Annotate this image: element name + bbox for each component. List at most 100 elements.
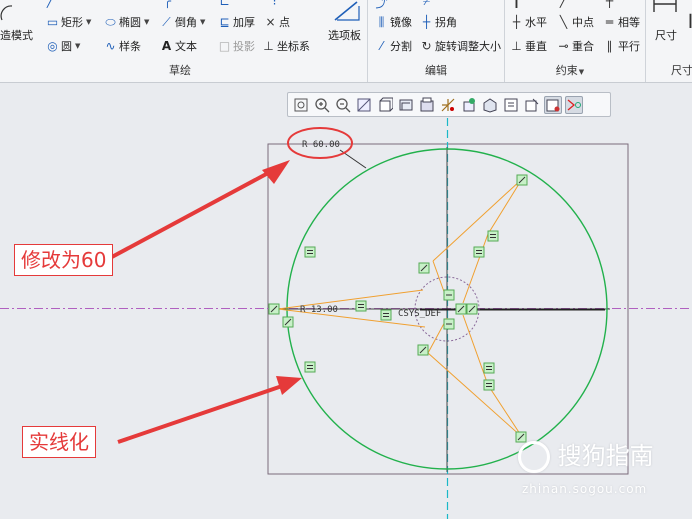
coincident-icon: ⊸	[558, 39, 569, 53]
dimension-button[interactable]: 尺寸	[655, 27, 677, 43]
chevron-down-icon: ▼	[75, 42, 81, 50]
text-label: 文本	[175, 40, 197, 53]
fillet-tool[interactable]: ╭	[161, 0, 174, 8]
watermark-brand: 搜狗指南	[518, 436, 654, 473]
point-label: 点	[279, 16, 290, 29]
chamfer-icon: ⟋	[162, 14, 171, 29]
arc-tool[interactable]: ⌒	[105, 0, 118, 11]
thicken-button[interactable]: ⊑ 加厚	[218, 14, 255, 30]
corner-button[interactable]: ┼ 拐角	[420, 14, 457, 30]
saved-views-button[interactable]	[397, 96, 415, 114]
mirror-button[interactable]: ⫼ 镜像	[375, 14, 412, 30]
constraint-display-button[interactable]	[565, 96, 583, 114]
rotate-resize-button[interactable]: ↻ 旋转调整大小	[420, 38, 501, 54]
delete-segment-tool[interactable]: ⌿	[420, 0, 433, 9]
line-tool[interactable]: ╱	[44, 0, 57, 8]
offset-tool[interactable]: ⊏	[218, 0, 231, 8]
divide-icon: ⁄	[380, 39, 383, 53]
thicken-label: 加厚	[233, 16, 255, 29]
sketch-view-button[interactable]	[523, 96, 541, 114]
midpoint-button[interactable]: ╲ 中点	[557, 14, 594, 30]
palette-label: 选项板	[328, 29, 361, 42]
vertical-icon: ┃	[512, 0, 521, 8]
sketch-display-filter-button[interactable]	[544, 96, 562, 114]
repaint-button[interactable]	[355, 96, 373, 114]
line-icon: ╱	[46, 0, 55, 8]
corner-label: 拐角	[435, 16, 457, 29]
csys-label: 坐标系	[277, 40, 310, 53]
circle-label: 圆	[61, 40, 72, 53]
rotate-resize-label: 旋转调整大小	[435, 40, 501, 53]
callout-modify-value: 修改为60	[14, 244, 114, 276]
midpoint-label: 中点	[572, 16, 594, 29]
horizontal-label: 水平	[525, 16, 547, 29]
point-icon: ×	[265, 15, 276, 29]
perpendicular-button[interactable]: ⊥ 垂直	[510, 38, 547, 54]
ellipse-button[interactable]: ⬭ 椭圆 ▼	[104, 14, 149, 30]
watermark-url: zhinan.sogou.com	[522, 482, 648, 496]
csys-button[interactable]: ⊥ 坐标系	[262, 38, 310, 54]
parallel-button[interactable]: ∥ 平行	[603, 38, 641, 54]
group-label-constrain[interactable]: 约束▼	[556, 62, 584, 78]
perpendicular-label: 垂直	[525, 40, 547, 53]
parallel-icon: ∥	[606, 39, 613, 53]
view-manager-button[interactable]	[418, 96, 436, 114]
constrain-group-text: 约束	[555, 64, 578, 77]
refit-button[interactable]	[292, 96, 310, 114]
sketch-mode-icon[interactable]	[0, 2, 14, 22]
dimension-extra-icon[interactable]: ┃	[684, 14, 692, 28]
chevron-down-icon: ▼	[86, 18, 92, 26]
fillet-icon: ╭	[163, 0, 172, 8]
arc-icon: ⌒	[105, 0, 118, 10]
parallel-label: 平行	[618, 40, 640, 53]
circle-icon: ◎	[47, 39, 58, 53]
zoom-out-button[interactable]	[334, 96, 352, 114]
centerline-icon: ⁝	[272, 0, 277, 8]
symmetric-icon: ┼	[605, 0, 614, 8]
spline-button[interactable]: ∿ 样条	[104, 38, 141, 54]
centerline-tool[interactable]: ⁝	[268, 0, 281, 8]
rectangle-button[interactable]: ▭ 矩形 ▼	[46, 14, 92, 30]
zoom-in-button[interactable]	[313, 96, 331, 114]
display-style-button[interactable]	[376, 96, 394, 114]
tangent-tool[interactable]: ╱	[557, 0, 570, 8]
model-display-button[interactable]	[481, 96, 499, 114]
rectangle-label: 矩形	[61, 16, 83, 29]
perpendicular-icon: ⊥	[511, 39, 522, 53]
divide-button[interactable]: ⁄ 分割	[375, 38, 412, 54]
divide-label: 分割	[390, 40, 412, 53]
equal-button[interactable]: ═ 相等	[603, 14, 640, 30]
group-label-edit: 编辑	[425, 64, 447, 77]
palette-icon[interactable]	[329, 0, 363, 22]
vertical-tool[interactable]: ┃	[510, 0, 523, 8]
project-button[interactable]: □ 投影	[218, 38, 255, 54]
watermark-brand-text: 搜狗指南	[557, 442, 654, 470]
circle-button[interactable]: ◎ 圆 ▼	[46, 38, 80, 54]
ribbon: 造模式 ╱ ⌒ ╭ ⊏ ⁝ ▭ 矩形 ▼ ⬭ 椭圆 ▼ ⟋ 倒角 ▼ ⊑ 加厚 × 点…	[0, 0, 692, 83]
corner-icon: ┼	[422, 15, 431, 29]
group-divider	[367, 0, 368, 82]
coincident-button[interactable]: ⊸ 重合	[557, 38, 594, 54]
annotation-display-button[interactable]	[502, 96, 520, 114]
dimension-icon[interactable]	[652, 0, 678, 12]
symmetric-tool[interactable]: ┼	[603, 0, 616, 8]
chevron-down-icon: ▼	[578, 68, 585, 76]
palette-button[interactable]: 选项板	[328, 27, 361, 43]
point-button[interactable]: × 点	[264, 14, 290, 30]
project-label: 投影	[233, 40, 255, 53]
modify-tool[interactable]: ⤴	[375, 0, 388, 11]
sogou-logo-icon	[518, 441, 550, 473]
chamfer-button[interactable]: ⟋ 倒角 ▼	[160, 14, 205, 30]
spin-center-button[interactable]	[460, 96, 478, 114]
sketch-mode-button[interactable]: 造模式	[0, 27, 33, 43]
dimension-small-icon: ┃	[686, 14, 692, 28]
ellipse-icon: ⬭	[105, 14, 116, 29]
thicken-icon: ⊑	[219, 15, 230, 29]
offset-icon: ⊏	[219, 0, 230, 8]
horizontal-button[interactable]: ┼ 水平	[510, 14, 547, 30]
text-button[interactable]: A 文本	[160, 38, 197, 54]
horizontal-icon: ┼	[512, 15, 521, 29]
datum-display-button[interactable]	[439, 96, 457, 114]
ellipse-label: 椭圆	[119, 16, 141, 29]
rectangle-icon: ▭	[46, 15, 59, 29]
